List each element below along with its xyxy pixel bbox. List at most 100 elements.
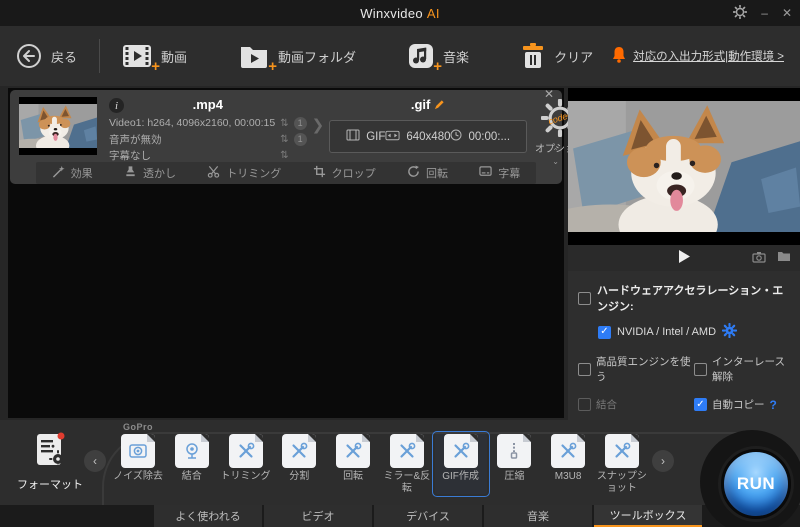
film-icon	[346, 129, 360, 144]
tab-device[interactable]: デバイス	[374, 505, 482, 527]
tab-watermark-label: 透かし	[142, 168, 176, 180]
output-duration-cell: 00:00:...	[450, 129, 510, 144]
app-title: Winxvideo AI	[360, 6, 440, 21]
spinner-icon[interactable]: ⇅	[280, 150, 288, 161]
toolbox-items: GoPro ノイズ除去 結合 トリミング 分割 回転 ミラー&反転 GIF作成 …	[112, 422, 648, 497]
titlebar: Winxvideo AI – ✕	[0, 0, 800, 26]
auto-copy-checkbox[interactable]	[694, 398, 707, 411]
tab-subtitle[interactable]: 字幕	[479, 165, 520, 181]
resolution-icon	[385, 130, 400, 144]
rotate-icon	[407, 165, 420, 181]
play-button[interactable]	[678, 250, 690, 266]
toolbox-item-rotate[interactable]: 回転	[327, 434, 379, 494]
tab-trim[interactable]: トリミング	[207, 165, 281, 181]
gpu-settings-gear-icon[interactable]	[721, 322, 738, 341]
tab-watermark[interactable]: 透かし	[124, 165, 176, 181]
tab-crop[interactable]: クロップ	[313, 165, 376, 181]
remove-file-button[interactable]: ✕	[544, 87, 554, 101]
toolbox-item-split[interactable]: 分割	[273, 434, 325, 494]
video-track-row[interactable]: Video1: h264, 4096x2160, 00:00:15 ⇅ 1	[109, 115, 307, 131]
toolbox-item-m3u8[interactable]: M3U8	[542, 434, 594, 494]
tab-subtitle-label: 字幕	[498, 168, 521, 180]
hw-accel-checkbox[interactable]	[578, 291, 591, 305]
back-button[interactable]: 戻る	[16, 43, 77, 69]
settings-panel: ハードウェアアクセラレーション・エンジン: NVIDIA / Intel / A…	[568, 271, 800, 412]
snapshot-camera-icon[interactable]	[752, 251, 766, 266]
audio-track-row[interactable]: 音声が無効 ⇅ 1	[109, 131, 307, 147]
chevron-right-icon: ❯	[311, 116, 325, 134]
chevron-down-icon[interactable]: ⌄	[552, 158, 559, 166]
high-quality-checkbox[interactable]	[578, 362, 591, 376]
io-format-link[interactable]: 対応の入出力形式|動作環境 >	[633, 48, 784, 64]
merge-checkbox	[578, 398, 591, 411]
spinner-icon[interactable]: ⇅	[280, 118, 288, 129]
toolbox-item-mirror[interactable]: ミラー&反転	[381, 434, 433, 494]
auto-copy-label: 自動コピー	[712, 399, 765, 411]
source-extension: .mp4	[192, 97, 223, 112]
help-icon[interactable]: ?	[770, 398, 777, 412]
tab-crop-label: クロップ	[331, 168, 376, 180]
toolbox-item-denoise[interactable]: GoPro ノイズ除去	[112, 422, 164, 494]
gpu-checkbox[interactable]	[598, 325, 611, 339]
tools-icon	[443, 434, 478, 468]
scroll-arrows[interactable]: ⌃ ⌄	[552, 148, 559, 166]
format-doc-icon	[30, 432, 70, 473]
settings-gear-icon[interactable]	[733, 4, 748, 21]
tab-music[interactable]: 音楽	[484, 505, 592, 527]
tools-icon	[604, 434, 639, 468]
chevron-up-icon[interactable]: ⌃	[552, 148, 559, 156]
scroll-left-button[interactable]: ‹	[84, 450, 106, 472]
info-icon[interactable]: i	[109, 98, 124, 113]
add-music-label: 音楽	[443, 49, 470, 65]
plus-badge: +	[151, 58, 161, 75]
output-resolution-value: 640x480	[406, 130, 451, 143]
deinterlace-checkbox[interactable]	[694, 362, 707, 376]
preview-panel: ハードウェアアクセラレーション・エンジン: NVIDIA / Intel / A…	[568, 88, 800, 475]
subtitle-track-row[interactable]: 字幕なし ⇅	[109, 147, 307, 163]
tab-trim-label: トリミング	[226, 168, 282, 180]
deinterlace-label: インターレース解除	[712, 356, 785, 383]
music-plus-icon: +	[408, 43, 442, 74]
format-label: フォーマット	[17, 479, 83, 491]
subtitle-track-text: 字幕なし	[109, 149, 151, 162]
add-video-folder-button[interactable]: + 動画フォルダ	[239, 43, 356, 74]
preview-controls	[568, 245, 800, 271]
clear-button[interactable]: クリア	[521, 43, 593, 69]
add-video-button[interactable]: + 動画	[122, 43, 188, 74]
edit-pencil-icon[interactable]	[430, 98, 445, 112]
file-card[interactable]: i .mp4 Video1: h264, 4096x2160, 00:00:15…	[10, 87, 585, 184]
tab-rotate[interactable]: 回転	[407, 165, 448, 181]
format-button[interactable]: フォーマット	[16, 430, 84, 492]
output-duration-value: 00:00:...	[468, 130, 511, 143]
app-title-accent: AI	[426, 5, 440, 21]
run-button[interactable]: RUN	[721, 449, 791, 519]
back-icon	[16, 43, 42, 69]
clear-label: クリア	[554, 49, 594, 65]
scissors-icon	[207, 165, 220, 181]
toolbox-item-compress[interactable]: 圧縮	[488, 434, 540, 494]
video-thumbnail	[19, 97, 97, 155]
subtitle-icon	[479, 165, 492, 181]
output-format-box[interactable]: GIF 640x480 00:00:...	[329, 120, 528, 153]
camera-icon	[121, 434, 155, 468]
tools-icon	[389, 434, 424, 468]
add-music-button[interactable]: + 音楽	[408, 43, 470, 74]
close-button[interactable]: ✕	[782, 7, 792, 19]
scroll-right-button[interactable]: ›	[652, 450, 674, 472]
spinner-icon[interactable]: ⇅	[280, 134, 288, 145]
open-folder-icon[interactable]	[777, 251, 791, 265]
webcam-icon	[174, 434, 209, 468]
video-track-text: Video1: h264, 4096x2160, 00:00:15	[109, 117, 276, 129]
add-video-label: 動画	[161, 49, 188, 65]
minimize-button[interactable]: –	[761, 7, 768, 19]
tab-toolbox[interactable]: ツールボックス	[594, 505, 702, 527]
tab-video[interactable]: ビデオ	[264, 505, 372, 527]
toolbox-item-merge[interactable]: 結合	[166, 434, 218, 494]
toolbox-item-snapshot[interactable]: スナップショット	[596, 434, 648, 494]
video-preview[interactable]	[568, 88, 800, 245]
toolbox-item-trim[interactable]: トリミング	[220, 434, 272, 494]
tab-effect[interactable]: 効果	[52, 165, 93, 181]
toolbox-item-gif-maker[interactable]: GIF作成	[431, 431, 490, 497]
tab-frequently-used[interactable]: よく使われる	[154, 505, 262, 527]
track-count-badge: 1	[293, 132, 307, 146]
